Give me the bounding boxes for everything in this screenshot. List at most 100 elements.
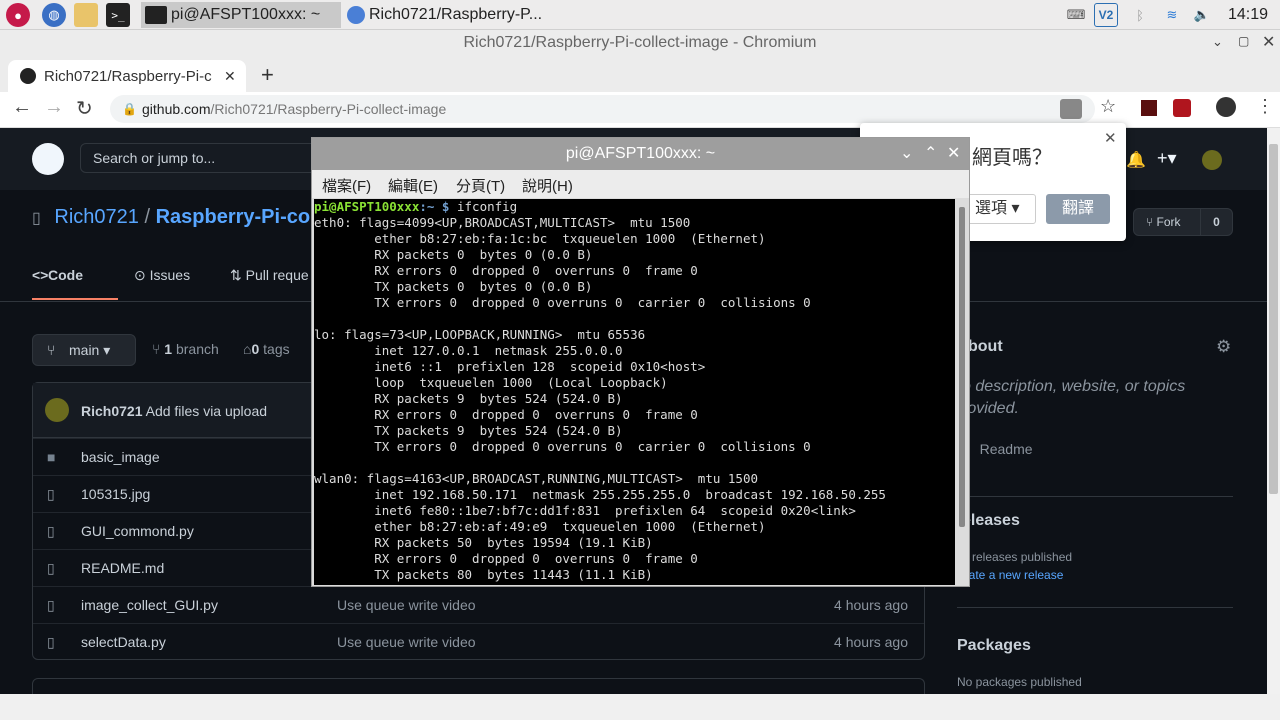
pull-request-icon: ⇅	[230, 267, 246, 283]
avatar[interactable]	[45, 398, 69, 422]
translate-button[interactable]: 翻譯	[1046, 194, 1110, 224]
terminal-line: TX errors 0 dropped 0 overruns 0 carrier…	[314, 439, 811, 454]
file-manager-icon[interactable]	[74, 3, 98, 27]
menu-file[interactable]: 檔案(F)	[322, 175, 371, 196]
terminal-output[interactable]: pi@AFSPT100xxx:~ $ ifconfig eth0: flags=4…	[314, 199, 955, 585]
terminal-title-bar[interactable]: pi@AFSPT100xxx: ~ ⌄ ⌃ ✕	[312, 138, 969, 170]
folder-icon: ■	[47, 449, 56, 465]
user-avatar[interactable]	[1202, 150, 1222, 170]
bluetooth-icon[interactable]: ᛒ	[1128, 3, 1152, 27]
reload-icon[interactable]: ↻	[76, 96, 93, 121]
branches-link[interactable]: ⑂ 1 branch	[152, 341, 219, 357]
volume-icon[interactable]: 🔈	[1190, 3, 1214, 27]
file-name[interactable]: 105315.jpg	[81, 486, 150, 502]
translate-options-button[interactable]: 選項 ▾	[964, 194, 1036, 224]
maximize-icon[interactable]: ⌃	[924, 138, 937, 170]
menu-help[interactable]: 說明(H)	[522, 175, 573, 196]
scrollbar-thumb[interactable]	[1269, 144, 1278, 494]
scrollbar-thumb[interactable]	[959, 207, 965, 527]
tab-label: Rich0721/Raspberry-Pi-c	[44, 67, 212, 85]
divider	[957, 496, 1233, 497]
close-icon[interactable]: ✕	[1262, 32, 1275, 52]
extension-icon[interactable]	[1141, 100, 1157, 116]
terminal-command: ifconfig	[449, 199, 518, 214]
terminal-line: RX packets 0 bytes 0 (0.0 B)	[314, 247, 593, 262]
taskbar-task-terminal[interactable]: pi@AFSPT100xxx: ~	[141, 2, 341, 28]
branch-label: main	[69, 342, 100, 358]
chromium-icon	[347, 6, 365, 24]
menu-tabs[interactable]: 分頁(T)	[456, 175, 505, 196]
file-commit-message[interactable]: Use queue write video	[337, 597, 476, 613]
tab-issues[interactable]: ⊙ Issues	[134, 267, 190, 284]
keyboard-icon[interactable]: ⌨	[1064, 3, 1088, 27]
new-tab-icon[interactable]: +	[261, 62, 274, 88]
gear-icon[interactable]: ⚙	[1216, 337, 1231, 357]
more-menu-icon[interactable]: ⋮	[1256, 96, 1274, 117]
clock[interactable]: 14:19	[1228, 6, 1268, 24]
back-icon[interactable]: ←	[12, 96, 32, 119]
taskbar-task-browser[interactable]: Rich0721/Raspberry-P...	[343, 2, 543, 28]
ublock-extension-icon[interactable]	[1173, 99, 1191, 117]
file-name[interactable]: GUI_commond.py	[81, 523, 194, 539]
search-input[interactable]: Search or jump to...	[80, 143, 320, 173]
about-text-line: rovided.	[962, 400, 1019, 417]
terminal-menu-bar: 檔案(F) 編輯(E) 分頁(T) 說明(H)	[312, 170, 969, 198]
github-logo-icon[interactable]	[32, 143, 64, 175]
terminal-line: inet6 fe80::1be7:bf7c:dd1f:831 prefixlen…	[314, 503, 856, 518]
terminal-icon	[145, 6, 167, 24]
raspberry-menu-icon[interactable]: ●	[6, 3, 30, 27]
terminal-line: ether b8:27:eb:af:49:e9 txqueuelen 1000 …	[314, 519, 766, 534]
file-name[interactable]: selectData.py	[81, 634, 166, 650]
file-commit-message[interactable]: Use queue write video	[337, 634, 476, 650]
bookmark-star-icon[interactable]: ☆	[1100, 96, 1116, 117]
file-row[interactable]: ▯ image_collect_GUI.py Use queue write v…	[33, 586, 924, 623]
fork-button[interactable]: ⑂ Fork 0	[1133, 208, 1233, 236]
terminal-line: lo: flags=73<UP,LOOPBACK,RUNNING> mtu 65…	[314, 327, 646, 342]
close-icon[interactable]: ✕	[947, 138, 960, 170]
browser-launcher-icon[interactable]: ◍	[42, 3, 66, 27]
close-tab-icon[interactable]: ✕	[224, 68, 236, 85]
profile-icon[interactable]	[1216, 97, 1236, 117]
tab-pull-requests[interactable]: ⇅ Pull reque	[230, 267, 309, 284]
repo-owner-link[interactable]: Rich0721	[54, 206, 139, 228]
file-row[interactable]: ▯ selectData.py Use queue write video 4 …	[33, 623, 924, 660]
commit-message[interactable]: Add files via upload	[146, 403, 267, 419]
terminal-launcher-icon[interactable]: >_	[106, 3, 130, 27]
terminal-line: inet 192.168.50.171 netmask 255.255.255.…	[314, 487, 886, 502]
terminal-line: wlan0: flags=4163<UP,BROADCAST,RUNNING,M…	[314, 471, 759, 486]
readme-link[interactable]: ▯ Readme	[962, 441, 1033, 458]
maximize-icon[interactable]: ▢	[1238, 34, 1249, 48]
close-popup-icon[interactable]: ✕	[1104, 129, 1117, 147]
wifi-icon[interactable]: ≋	[1160, 3, 1184, 27]
file-name[interactable]: basic_image	[81, 449, 160, 465]
terminal-line: loop txqueuelen 1000 (Local Loopback)	[314, 375, 668, 390]
file-name[interactable]: image_collect_GUI.py	[81, 597, 218, 613]
prompt-path: :~ $	[419, 199, 450, 214]
create-new-icon[interactable]: +▾	[1157, 148, 1177, 169]
packages-heading: Packages	[957, 637, 1031, 654]
commit-author[interactable]: Rich0721	[81, 403, 142, 419]
file-icon: ▯	[47, 634, 55, 650]
notification-bell-icon[interactable]: 🔔	[1126, 150, 1146, 170]
create-release-link[interactable]: eate a new release	[962, 568, 1063, 582]
branch-select-button[interactable]: ⑂ main ▾	[32, 334, 136, 366]
branch-count: 1	[164, 341, 173, 357]
vnc-icon[interactable]: V2	[1094, 3, 1118, 27]
address-bar[interactable]: 🔒 github.com/Rich0721/Raspberry-Pi-colle…	[110, 95, 1095, 123]
branch-icon: ⑂	[152, 341, 165, 357]
page-scrollbar[interactable]	[1267, 128, 1280, 694]
file-name[interactable]: README.md	[81, 560, 164, 576]
terminal-window: pi@AFSPT100xxx: ~ ⌄ ⌃ ✕ 檔案(F) 編輯(E) 分頁(T…	[311, 137, 970, 587]
chevron-down-icon[interactable]: ⌄	[1212, 34, 1223, 50]
translate-icon[interactable]	[1060, 99, 1082, 119]
terminal-scrollbar[interactable]	[957, 199, 967, 585]
os-taskbar: ● ◍ >_ pi@AFSPT100xxx: ~ Rich0721/Raspbe…	[0, 0, 1280, 30]
terminal-line: inet6 ::1 prefixlen 128 scopeid 0x10<hos…	[314, 359, 706, 374]
tab-code[interactable]: <> Code	[32, 267, 83, 283]
browser-tab[interactable]: Rich0721/Raspberry-Pi-c ✕	[8, 60, 246, 92]
forward-icon[interactable]: →	[44, 96, 64, 119]
issues-icon: ⊙	[134, 267, 150, 283]
minimize-icon[interactable]: ⌄	[900, 138, 913, 170]
menu-edit[interactable]: 編輯(E)	[388, 175, 438, 196]
tags-link[interactable]: ⌂0 tags	[243, 341, 290, 357]
